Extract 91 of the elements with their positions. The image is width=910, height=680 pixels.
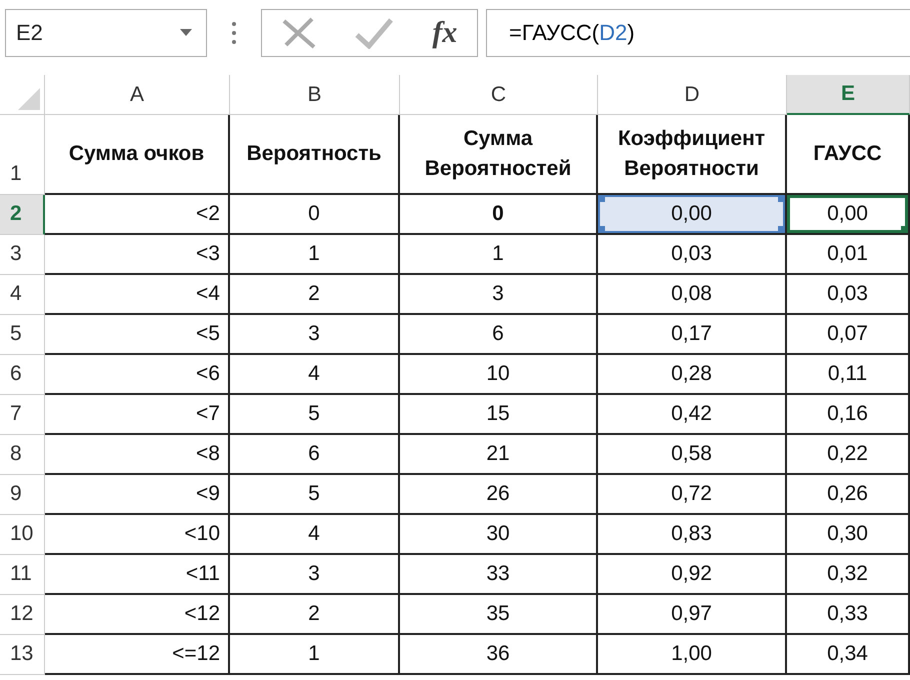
- column-title: Коэффициент Вероятности: [616, 126, 766, 182]
- table-cell[interactable]: 1,00: [598, 635, 787, 675]
- cancel-icon[interactable]: [282, 16, 316, 48]
- table-cell[interactable]: 0,17: [598, 315, 787, 355]
- table-cell[interactable]: 33: [400, 555, 598, 595]
- table-cell[interactable]: 0,42: [598, 395, 787, 435]
- formula-text: ): [627, 20, 635, 46]
- row-header[interactable]: 13: [0, 635, 45, 675]
- table-cell[interactable]: <4: [45, 275, 230, 315]
- table-cell[interactable]: 21: [400, 435, 598, 475]
- table-cell[interactable]: 0,03: [598, 235, 787, 275]
- table-cell[interactable]: 0,92: [598, 555, 787, 595]
- table-cell[interactable]: 15: [400, 395, 598, 435]
- formula-text: =ГАУСС(: [509, 20, 600, 46]
- column-title: Вероятность: [246, 140, 382, 167]
- table-cell[interactable]: 0,34: [787, 635, 910, 675]
- table-cell[interactable]: 30: [400, 515, 598, 555]
- table-cell[interactable]: <9: [45, 475, 230, 515]
- table-cell[interactable]: 5: [230, 475, 400, 515]
- column-header[interactable]: C: [400, 75, 598, 115]
- insert-function-button[interactable]: fx: [432, 16, 458, 50]
- row-header[interactable]: 6: [0, 355, 45, 395]
- row-header[interactable]: 4: [0, 275, 45, 315]
- table-cell[interactable]: <11: [45, 555, 230, 595]
- table-cell[interactable]: 0,08: [598, 275, 787, 315]
- table-cell[interactable]: 1: [230, 635, 400, 675]
- row-header[interactable]: 5: [0, 315, 45, 355]
- row-header[interactable]: 11: [0, 555, 45, 595]
- table-cell[interactable]: 6: [230, 435, 400, 475]
- table-cell[interactable]: 6: [400, 315, 598, 355]
- table-cell[interactable]: 1: [400, 235, 598, 275]
- table-cell[interactable]: 0,26: [787, 475, 910, 515]
- row-header[interactable]: 8: [0, 435, 45, 475]
- row-header[interactable]: 2: [0, 195, 45, 235]
- select-all-icon[interactable]: [18, 88, 40, 110]
- table-cell[interactable]: 0,07: [787, 315, 910, 355]
- table-cell[interactable]: 0,01: [787, 235, 910, 275]
- table-cell[interactable]: 0,72: [598, 475, 787, 515]
- table-cell[interactable]: 3: [400, 275, 598, 315]
- table-cell[interactable]: 10: [400, 355, 598, 395]
- table-cell[interactable]: 0,16: [787, 395, 910, 435]
- table-cell[interactable]: 0,03: [787, 275, 910, 315]
- table-cell[interactable]: <8: [45, 435, 230, 475]
- caret-icon[interactable]: [180, 28, 192, 36]
- column-header[interactable]: A: [45, 75, 230, 115]
- row-header[interactable]: 9: [0, 475, 45, 515]
- row-header[interactable]: 12: [0, 595, 45, 635]
- table-cell[interactable]: 4: [230, 515, 400, 555]
- table-cell[interactable]: <5: [45, 315, 230, 355]
- table-cell[interactable]: 0,00: [598, 195, 787, 235]
- row-header[interactable]: 7: [0, 395, 45, 435]
- table-cell[interactable]: 5: [230, 395, 400, 435]
- table-cell[interactable]: 2: [230, 275, 400, 315]
- table-cell[interactable]: 3: [230, 315, 400, 355]
- table-cell[interactable]: <=12: [45, 635, 230, 675]
- table-cell[interactable]: 0,83: [598, 515, 787, 555]
- table-cell[interactable]: 0: [230, 195, 400, 235]
- table-cell[interactable]: <6: [45, 355, 230, 395]
- table-cell[interactable]: 0,58: [598, 435, 787, 475]
- table-cell[interactable]: 0,11: [787, 355, 910, 395]
- name-box[interactable]: E2: [5, 8, 207, 56]
- table-cell[interactable]: 4: [230, 355, 400, 395]
- column-title: Сумма Вероятностей: [424, 126, 572, 182]
- column-header[interactable]: B: [230, 75, 400, 115]
- table-cell[interactable]: 36: [400, 635, 598, 675]
- table-cell[interactable]: <7: [45, 395, 230, 435]
- table-cell[interactable]: 0,33: [787, 595, 910, 635]
- column-title: Сумма очков: [68, 140, 206, 167]
- table-cell[interactable]: 35: [400, 595, 598, 635]
- table-cell[interactable]: <10: [45, 515, 230, 555]
- column-header[interactable]: E: [787, 75, 910, 115]
- formula-field[interactable]: =ГАУСС(D2): [486, 8, 910, 56]
- table-cell[interactable]: 0,22: [787, 435, 910, 475]
- table-cell[interactable]: 0,32: [787, 555, 910, 595]
- table-cell[interactable]: 3: [230, 555, 400, 595]
- table-cell[interactable]: 0,00: [787, 195, 910, 235]
- table-cell[interactable]: 26: [400, 475, 598, 515]
- formula-text: D2: [599, 20, 628, 46]
- table-cell[interactable]: 0,28: [598, 355, 787, 395]
- row-header[interactable]: 3: [0, 235, 45, 275]
- table-cell[interactable]: <12: [45, 595, 230, 635]
- table-cell[interactable]: 1: [230, 235, 400, 275]
- column-title: ГАУСС: [812, 140, 883, 167]
- table-cell[interactable]: 0,97: [598, 595, 787, 635]
- row-header[interactable]: 10: [0, 515, 45, 555]
- table-cell[interactable]: 2: [230, 595, 400, 635]
- table-cell[interactable]: <3: [45, 235, 230, 275]
- table-cell[interactable]: 0,30: [787, 515, 910, 555]
- check-icon[interactable]: [354, 16, 393, 48]
- more-icon[interactable]: [231, 20, 237, 44]
- table-cell[interactable]: <2: [45, 195, 230, 235]
